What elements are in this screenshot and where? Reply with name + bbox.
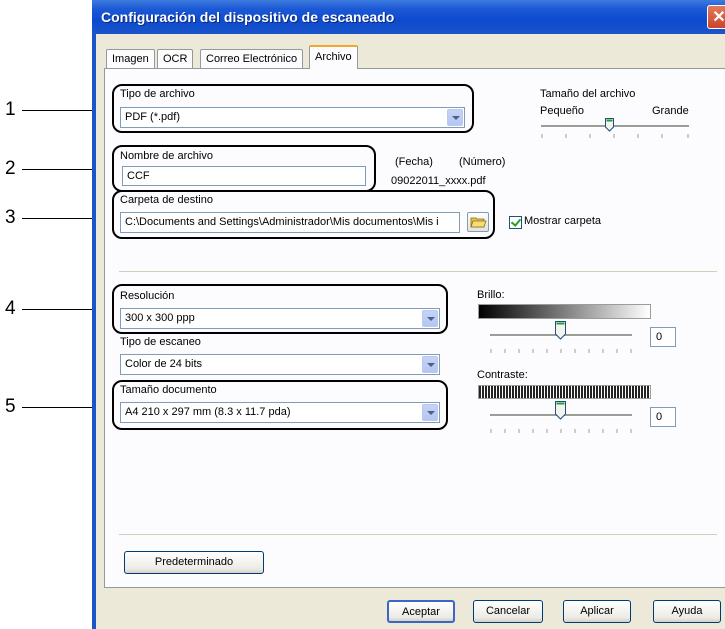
file-size-slider-thumb[interactable] — [605, 118, 614, 132]
close-icon: ✕ — [712, 9, 725, 26]
show-folder-checkbox[interactable] — [509, 216, 522, 229]
file-size-ticks — [541, 134, 689, 138]
brightness-value-input[interactable]: 0 — [650, 327, 676, 347]
callout-box-2 — [112, 145, 376, 192]
bottom-divider — [119, 534, 717, 535]
file-size-label: Tamaño del archivo — [540, 88, 636, 100]
window-title: Configuración del dispositivo de escanea… — [101, 9, 395, 25]
scanner-settings-dialog: Configuración del dispositivo de escanea… — [92, 0, 725, 629]
callout-box-4 — [112, 284, 448, 334]
contrast-slider-thumb[interactable] — [555, 401, 566, 420]
callout-number-3: 3 — [5, 207, 16, 228]
callout-box-5 — [112, 380, 448, 430]
brightness-gradient-bar — [478, 304, 651, 319]
brightness-label: Brillo: — [477, 289, 505, 301]
tab-imagen[interactable]: Imagen — [106, 49, 155, 68]
callout-number-5: 5 — [5, 396, 16, 417]
scan-type-dropdown[interactable]: Color de 24 bits — [120, 354, 440, 375]
archivo-tab-panel: Tipo de archivo PDF (*.pdf) Tamaño del a… — [104, 68, 725, 588]
window-left-border — [92, 34, 96, 629]
scan-type-value: Color de 24 bits — [125, 358, 203, 370]
file-size-small-label: Pequeño — [540, 105, 585, 117]
callout-number-2: 2 — [5, 158, 16, 179]
show-folder-label: Mostrar carpeta — [524, 215, 602, 227]
close-button[interactable]: ✕ — [707, 5, 725, 29]
brightness-ticks — [490, 349, 632, 353]
callout-box-3 — [112, 190, 495, 239]
file-size-large-label: Grande — [652, 105, 689, 117]
callout-number-4: 4 — [5, 298, 16, 319]
contrast-label: Contraste: — [477, 369, 528, 381]
file-size-slider[interactable] — [541, 125, 689, 128]
help-button[interactable]: Ayuda — [653, 600, 721, 623]
brightness-slider-thumb[interactable] — [555, 321, 566, 340]
ok-button[interactable]: Aceptar — [387, 600, 455, 623]
chevron-down-icon[interactable] — [422, 356, 438, 373]
apply-button[interactable]: Aplicar — [563, 600, 631, 623]
callout-number-1: 1 — [5, 99, 16, 120]
tab-correo-electronico[interactable]: Correo Electrónico — [200, 49, 304, 68]
file-name-example: 09022011_xxxx.pdf — [391, 175, 486, 187]
tab-archivo[interactable]: Archivo — [309, 45, 358, 69]
default-button[interactable]: Predeterminado — [124, 551, 264, 574]
date-hint: (Fecha) — [395, 156, 433, 168]
contrast-pattern-bar — [478, 385, 651, 399]
contrast-value-input[interactable]: 0 — [650, 407, 676, 427]
number-hint: (Número) — [459, 156, 506, 168]
title-bar[interactable]: Configuración del dispositivo de escanea… — [92, 0, 725, 34]
scan-type-label: Tipo de escaneo — [120, 336, 201, 348]
callout-box-1 — [112, 84, 474, 133]
tab-ocr[interactable]: OCR — [157, 49, 194, 68]
contrast-ticks — [490, 429, 632, 433]
section-divider — [119, 271, 717, 272]
cancel-button[interactable]: Cancelar — [473, 600, 543, 623]
